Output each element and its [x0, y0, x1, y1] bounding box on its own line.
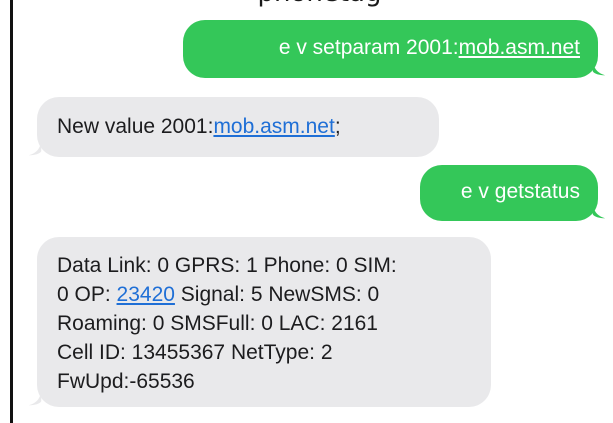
- incoming-message-new-value[interactable]: New value 2001:mob.asm.net;: [37, 97, 439, 157]
- outgoing-bubble-tail: [592, 62, 606, 76]
- message-link[interactable]: mob.asm.net: [213, 115, 334, 138]
- status-line-2: 0 OP: 23420 Signal: 5 NewSMS: 0: [57, 280, 471, 309]
- operator-code-link[interactable]: 23420: [117, 283, 175, 306]
- status-line-3: Roaming: 0 SMSFull: 0 LAC: 2161: [57, 312, 378, 335]
- outgoing-message-getstatus[interactable]: e v getstatus: [420, 165, 598, 221]
- message-link[interactable]: mob.asm.net: [459, 36, 580, 59]
- status-line-5: FwUpd:-65536: [57, 370, 195, 393]
- status-line-4: Cell ID: 13455367 NetType: 2: [57, 341, 333, 364]
- message-text: e v getstatus: [460, 180, 580, 203]
- incoming-bubble-tail: [28, 142, 42, 156]
- outgoing-message-setparam[interactable]: e v setparam 2001:mob.asm.net: [183, 20, 598, 78]
- status-line-2-suffix: Signal: 5 NewSMS: 0: [174, 283, 380, 306]
- outgoing-bubble-tail: [592, 205, 606, 219]
- incoming-bubble-tail: [28, 392, 42, 406]
- incoming-message-status[interactable]: Data Link: 0 GPRS: 1 Phone: 0 SIM: 0 OP:…: [37, 237, 491, 407]
- message-thread: —phonetag e v setparam 2001:mob.asm.net …: [0, 0, 613, 423]
- message-text-prefix: e v setparam 2001:: [278, 36, 459, 59]
- message-text-prefix: New value 2001:: [57, 115, 214, 138]
- left-border: [10, 0, 13, 423]
- status-line-2-prefix: 0 OP:: [57, 283, 117, 306]
- status-line-1: Data Link: 0 GPRS: 1 Phone: 0 SIM:: [57, 254, 397, 277]
- top-caption-cropped: —phonetag: [0, 0, 613, 8]
- message-text-suffix: ;: [334, 115, 341, 138]
